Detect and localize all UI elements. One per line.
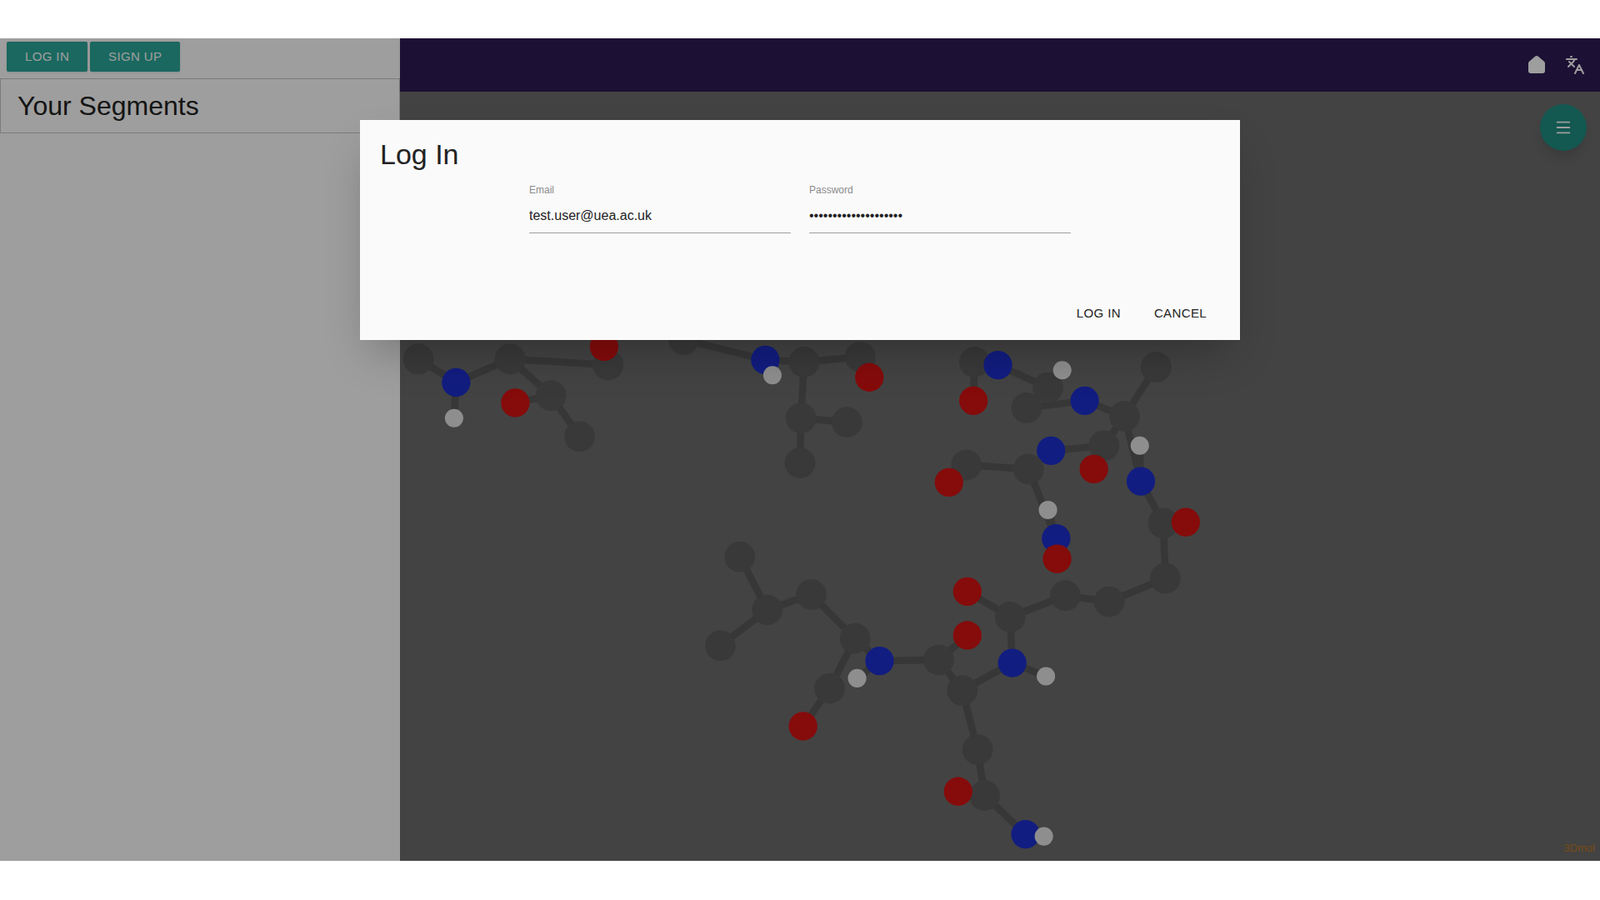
dialog-button[interactable]: LOG IN: [1063, 298, 1135, 329]
bottom-band: [0, 860, 1600, 900]
app-area: LOG INSIGN UPYour Segments3DmolLog InEma…: [0, 38, 1600, 861]
modal-overlay[interactable]: Log In Email test.user@uea.ac.uk Password ••…: [0, 38, 1600, 861]
login-dialog: Log In Email test.user@uea.ac.uk Password ••…: [360, 120, 1240, 340]
field-value[interactable]: ••••••••••••••••••••: [809, 205, 1071, 226]
field-label: Email: [529, 182, 791, 198]
text-field[interactable]: Password ••••••••••••••••••••: [809, 182, 1071, 234]
dialog-fields: Email test.user@uea.ac.uk Password ••••••••…: [380, 182, 1220, 234]
field-label: Password: [809, 182, 1071, 198]
top-band: [0, 0, 1600, 39]
text-field[interactable]: Email test.user@uea.ac.uk: [529, 182, 791, 234]
app-root: LOG INSIGN UPYour Segments3DmolLog InEma…: [0, 0, 1600, 900]
dialog-title: Log In: [380, 136, 1220, 173]
dialog-button[interactable]: CANCEL: [1140, 298, 1220, 329]
dialog-actions: LOG INCANCEL: [380, 298, 1220, 329]
field-value[interactable]: test.user@uea.ac.uk: [529, 205, 791, 226]
